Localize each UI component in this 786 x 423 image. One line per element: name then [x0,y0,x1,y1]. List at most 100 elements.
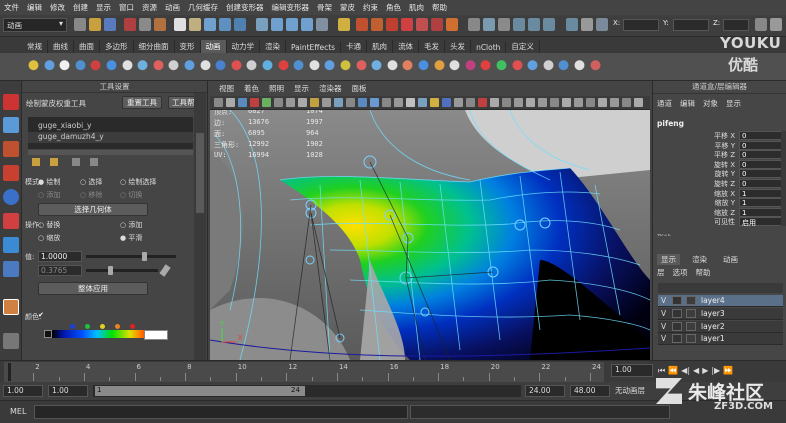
color-ramp-checkbox[interactable]: ✔ [38,311,44,319]
paint-select-icon[interactable] [3,141,19,157]
attribute-value[interactable]: 启用 [739,217,783,227]
ramp-marker[interactable] [70,324,75,329]
attribute-value[interactable]: 0 [739,140,783,150]
select-by-name-icon[interactable] [543,18,555,31]
select-add-radio[interactable]: ○ 添加 [38,190,60,200]
soft-mod-icon[interactable] [3,261,19,277]
viewport-tool-icon[interactable] [442,98,451,107]
lock-icon[interactable] [32,158,40,166]
influence-list[interactable]: guge_xiaobi_y guge_damuzh4_y [28,117,193,149]
viewport-tool-icon[interactable] [598,98,607,107]
shelf-tool-icon[interactable] [556,58,572,76]
current-frame-field[interactable]: 1.00 [611,364,653,377]
shelf-tool-icon[interactable] [26,58,41,76]
save-scene-icon[interactable] [104,18,116,31]
shelf-tab[interactable]: 头发 [445,40,472,53]
layer-row[interactable]: Vlayer3 [658,307,783,320]
attribute-value[interactable]: 0 [739,150,783,160]
mode-paint-select-radio[interactable]: ○ 绘制选择 [120,177,156,187]
viewport-tool-icon[interactable] [286,98,295,107]
shelf-tool-icon[interactable] [587,58,603,76]
playback-start-field[interactable]: 1.00 [48,385,88,397]
minmax-field[interactable]: 0.3765 [38,265,82,276]
shelf-tab[interactable]: 毛发 [419,40,446,53]
viewport-tool-icon[interactable] [310,98,319,107]
select-tool-icon[interactable] [3,94,19,110]
viewport-tool-icon[interactable] [214,98,223,107]
shelf-tool-icon[interactable] [416,58,431,76]
attribute-value[interactable]: 0 [739,179,783,188]
menu-set-selector[interactable]: 动画 [3,18,67,32]
ramp-marker[interactable] [115,324,120,329]
menu-item[interactable]: 骨架 [313,2,336,13]
step-back-icon[interactable]: ◀| [681,366,690,376]
layer-tab[interactable]: 显示 [657,254,680,265]
menu-item[interactable]: 帮助 [428,2,451,13]
minmax-slider-knob[interactable] [108,266,113,275]
op-scale-radio[interactable]: ○ 缩放 [38,233,60,243]
manipulator-icon[interactable] [3,237,19,253]
shelf-tool-icon[interactable] [57,58,73,76]
shelf-tab[interactable]: 细分曲面 [134,40,175,53]
channel-box-scrollbar[interactable] [781,131,786,226]
step-forward-icon[interactable]: |▶ [711,366,720,376]
shelf-tool-icon[interactable] [353,58,369,76]
shelf-tool-icon[interactable] [213,58,229,76]
ipr-render-icon[interactable] [371,18,383,31]
shelf-tool-icon[interactable] [447,58,463,76]
z-field[interactable] [723,19,749,31]
shelf-tab[interactable]: PaintEffects [286,42,342,53]
viewport-tool-icon[interactable] [574,98,583,107]
layer-playback-toggle[interactable] [672,334,682,344]
layout-icon[interactable] [3,333,19,349]
op-replace-radio[interactable]: ○ 替换 [38,220,60,230]
range-slider-handle[interactable] [95,386,305,396]
viewport-tool-icon[interactable] [262,98,271,107]
shelf-tool-icon[interactable] [244,58,260,76]
attribute-value[interactable]: 1 [739,188,783,198]
shelf-tool-icon[interactable] [572,58,587,76]
shelf-tool-icon[interactable] [384,58,400,76]
lock-icon[interactable] [338,18,350,31]
channel-attribute-row[interactable]: 缩放 X 1 [653,188,783,198]
min-color-swatch[interactable] [44,330,52,338]
open-scene-icon[interactable] [89,18,101,31]
snap-grid-icon[interactable] [256,18,268,31]
menu-item[interactable]: 文件 [0,2,23,13]
viewport-tool-icon[interactable] [358,98,367,107]
select-hierarchy-icon[interactable] [124,18,136,31]
select-component-icon[interactable] [154,18,166,31]
layer-color-swatch[interactable] [686,321,696,331]
layer-tab[interactable]: 动画 [719,254,742,265]
channel-attribute-row[interactable]: 旋转 Y 0 [653,169,783,179]
attribute-value[interactable]: 0 [739,169,783,179]
animation-end-field[interactable]: 48.00 [570,385,610,397]
viewport-tool-icon[interactable] [622,98,631,107]
ramp-marker[interactable] [100,324,105,329]
attribute-value[interactable]: 0 [739,159,783,169]
layer-visibility-toggle[interactable]: V [661,296,670,305]
input-mode-icon[interactable] [468,18,480,31]
layer-row[interactable]: Vlayer1 [658,333,783,346]
menu-item[interactable]: 约束 [359,2,382,13]
shelf-tab[interactable]: 多边形 [100,40,134,53]
snap-point-icon[interactable] [286,18,298,31]
channel-menu-item[interactable]: 通道 [657,98,672,109]
scroll-thumb[interactable] [196,133,204,213]
shelf-tool-icon[interactable] [275,58,291,76]
viewport-tool-icon[interactable] [406,98,415,107]
layer-color-swatch[interactable] [686,296,696,305]
channel-attribute-row[interactable]: 平移 X 0 [653,131,783,140]
ramp-marker[interactable] [85,324,90,329]
make-live-icon[interactable] [316,18,328,31]
minmax-slider[interactable] [86,269,158,272]
reset-tool-button[interactable]: 重置工具 [122,96,162,109]
value-slider-knob[interactable] [142,252,147,261]
layer-tab[interactable]: 渲染 [688,254,711,265]
attribute-value[interactable]: 1 [739,207,783,217]
channel-menu-item[interactable]: 显示 [726,98,741,109]
flood-button[interactable]: 整体应用 [38,282,148,295]
ramp-marker[interactable] [130,324,135,329]
play-forward-icon[interactable]: ▶ [702,366,708,376]
viewport-tool-icon[interactable] [322,98,331,107]
